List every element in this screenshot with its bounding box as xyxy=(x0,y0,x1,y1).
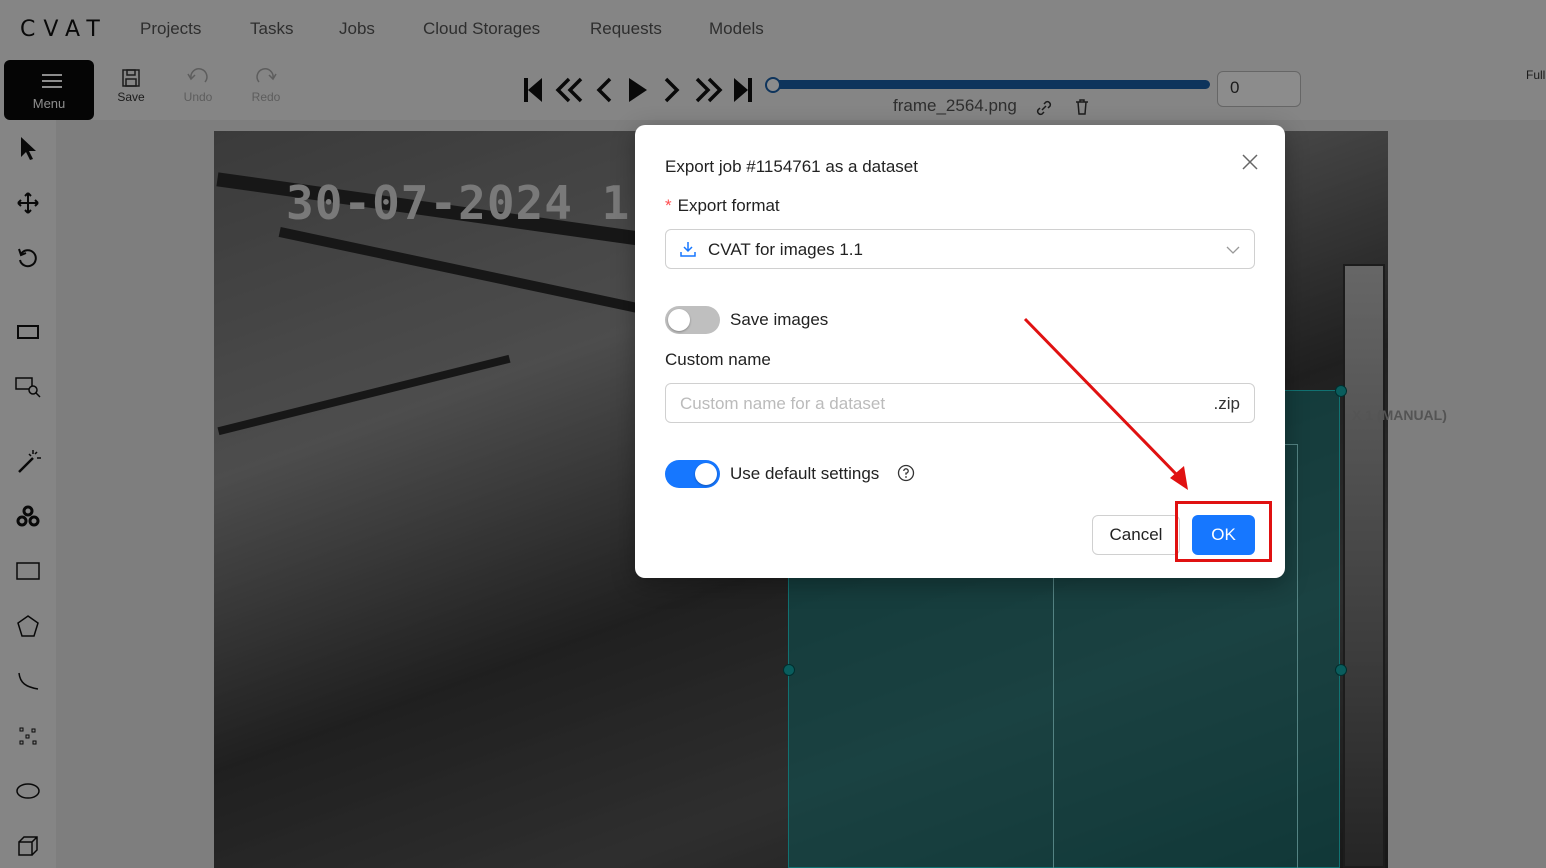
pointer-arrow xyxy=(1023,317,1188,490)
